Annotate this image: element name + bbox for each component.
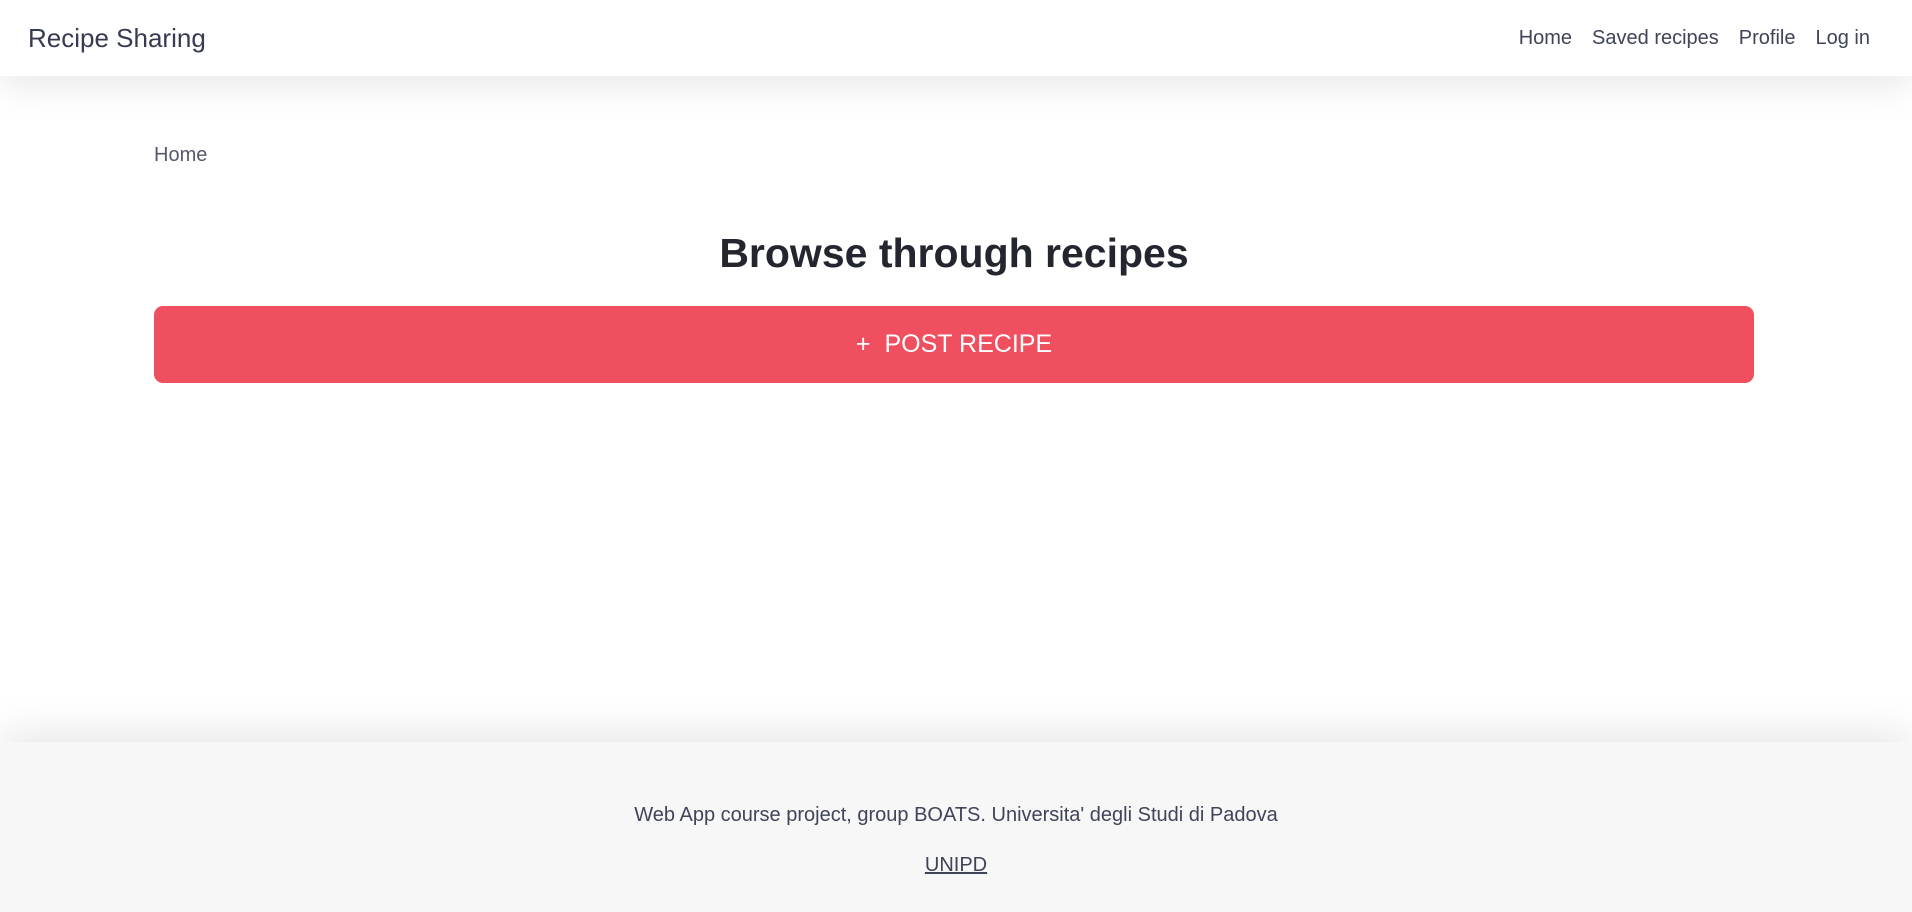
unipd-link[interactable]: UNIPD: [925, 854, 987, 876]
nav-links: Home Saved recipes Profile Log in: [1519, 27, 1870, 50]
post-recipe-label: POST RECIPE: [884, 330, 1053, 358]
nav-link-profile[interactable]: Profile: [1739, 27, 1796, 50]
footer: Web App course project, group BOATS. Uni…: [0, 742, 1912, 912]
footer-text: Web App course project, group BOATS. Uni…: [634, 804, 1278, 826]
nav-link-saved-recipes[interactable]: Saved recipes: [1592, 27, 1719, 50]
brand-link[interactable]: Recipe Sharing: [28, 23, 206, 54]
breadcrumb[interactable]: Home: [154, 144, 207, 167]
footer-link-wrapper: UNIPD: [0, 854, 1912, 877]
post-recipe-button[interactable]: + POST RECIPE: [154, 306, 1754, 383]
navbar: Recipe Sharing Home Saved recipes Profil…: [0, 0, 1912, 76]
nav-link-home[interactable]: Home: [1519, 27, 1572, 50]
plus-icon: +: [855, 330, 871, 358]
page-title: Browse through recipes: [719, 230, 1189, 276]
nav-link-log-in[interactable]: Log in: [1816, 27, 1871, 50]
